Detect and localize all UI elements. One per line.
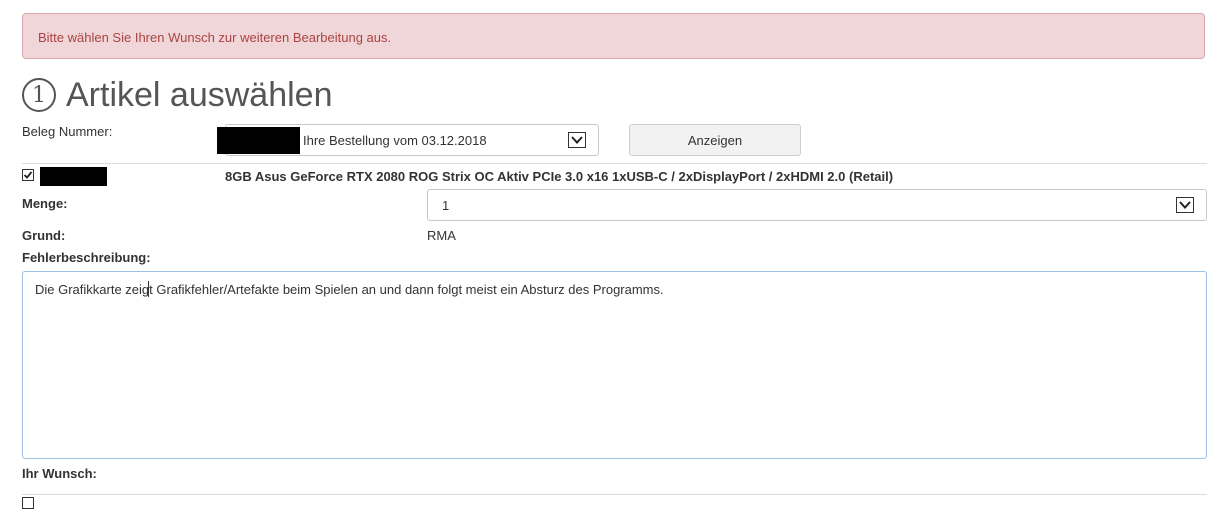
- fehlerbeschreibung-textarea[interactable]: Die Grafikkarte zeigt Grafikfehler/Artef…: [22, 271, 1207, 459]
- divider: [22, 494, 1207, 495]
- redacted-order-number: [217, 127, 300, 154]
- error-alert: Bitte wählen Sie Ihren Wunsch zur weiter…: [22, 13, 1205, 59]
- alert-message: Bitte wählen Sie Ihren Wunsch zur weiter…: [38, 30, 392, 45]
- step-number: 1: [22, 78, 56, 112]
- beleg-label: Beleg Nummer:: [22, 124, 113, 139]
- chevron-down-icon[interactable]: [1176, 197, 1194, 213]
- article-checkbox[interactable]: [22, 169, 34, 181]
- anzeigen-button[interactable]: Anzeigen: [629, 124, 801, 156]
- section-title: Artikel auswählen: [66, 75, 333, 114]
- section-heading: 1 Artikel auswählen: [22, 75, 332, 115]
- wunsch-checkbox[interactable]: [22, 497, 34, 509]
- menge-select-value: 1: [442, 198, 450, 213]
- chevron-down-icon[interactable]: [568, 132, 586, 148]
- text-cursor: [148, 281, 149, 297]
- divider: [22, 163, 1207, 164]
- menge-label: Menge:: [22, 196, 68, 211]
- fehlerbeschreibung-text: Die Grafikkarte zeigt Grafikfehler/Artef…: [35, 282, 664, 297]
- fehlerbeschreibung-label: Fehlerbeschreibung:: [22, 250, 151, 265]
- wunsch-label: Ihr Wunsch:: [22, 466, 97, 481]
- grund-value: RMA: [427, 228, 456, 243]
- redacted-article-number: [40, 167, 107, 186]
- grund-label: Grund:: [22, 228, 66, 243]
- article-name: 8GB Asus GeForce RTX 2080 ROG Strix OC A…: [225, 169, 894, 184]
- menge-select[interactable]: 1: [427, 189, 1207, 221]
- beleg-select-value: Ihre Bestellung vom 03.12.2018: [303, 133, 487, 148]
